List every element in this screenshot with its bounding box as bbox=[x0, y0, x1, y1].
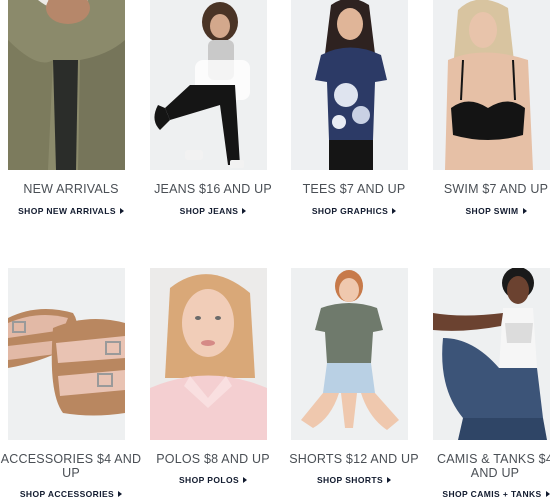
category-tile-new-arrivals[interactable]: NEW ARRIVALS SHOP NEW ARRIVALS bbox=[0, 0, 142, 230]
category-title: JEANS $16 AND UP bbox=[154, 182, 272, 196]
cta-label: SHOP ACCESSORIES bbox=[19, 489, 115, 498]
cta-label: SHOP NEW ARRIVALS bbox=[18, 206, 116, 216]
shop-graphics-link[interactable]: SHOP GRAPHICS bbox=[283, 206, 425, 216]
cta-label: SHOP CAMIS + TANKS bbox=[442, 489, 542, 498]
shop-polos-link[interactable]: SHOP POLOS bbox=[142, 475, 284, 485]
category-image-jeans[interactable] bbox=[150, 0, 267, 170]
cta-label: SHOP JEANS bbox=[179, 206, 239, 216]
category-title: POLOS $8 AND UP bbox=[156, 452, 270, 466]
shop-shorts-link[interactable]: SHOP SHORTS bbox=[283, 475, 425, 485]
shop-swim-link[interactable]: SHOP SWIM bbox=[425, 206, 550, 216]
chevron-right-icon bbox=[392, 208, 397, 214]
category-title: ACCESSORIES $4 AND UP bbox=[0, 452, 142, 480]
cta-label: SHOP GRAPHICS bbox=[311, 206, 389, 216]
chevron-right-icon bbox=[387, 477, 392, 483]
chevron-right-icon bbox=[119, 208, 124, 214]
category-tile-shorts[interactable]: SHORTS $12 AND UP SHOP SHORTS bbox=[283, 268, 425, 498]
category-image-shorts[interactable] bbox=[291, 268, 408, 440]
chevron-right-icon bbox=[522, 208, 527, 214]
category-image-polos[interactable] bbox=[150, 268, 267, 440]
category-title: CAMIS & TANKS $4 AND UP bbox=[437, 452, 550, 480]
category-tile-swim[interactable]: SWIM $7 AND UP SHOP SWIM bbox=[425, 0, 550, 230]
shop-camis-tanks-link[interactable]: SHOP CAMIS + TANKS bbox=[425, 489, 550, 498]
cta-label: SHOP POLOS bbox=[178, 475, 240, 485]
category-tile-accessories[interactable]: ACCESSORIES $4 AND UP SHOP ACCESSORIES bbox=[0, 268, 142, 498]
chevron-right-icon bbox=[545, 491, 550, 497]
shop-new-arrivals-link[interactable]: SHOP NEW ARRIVALS bbox=[0, 206, 142, 216]
category-tile-polos[interactable]: POLOS $8 AND UP SHOP POLOS bbox=[142, 268, 284, 498]
category-tile-tees[interactable]: TEES $7 AND UP SHOP GRAPHICS bbox=[283, 0, 425, 230]
shop-accessories-link[interactable]: SHOP ACCESSORIES bbox=[0, 489, 142, 498]
category-image-tees[interactable] bbox=[291, 0, 408, 170]
category-image-camis-tanks[interactable] bbox=[433, 268, 550, 440]
category-title: NEW ARRIVALS bbox=[23, 182, 119, 196]
cta-label: SHOP SWIM bbox=[465, 206, 519, 216]
category-image-accessories[interactable] bbox=[8, 268, 125, 440]
chevron-right-icon bbox=[118, 491, 123, 497]
category-tile-camis-tanks[interactable]: CAMIS & TANKS $4 AND UP SHOP CAMIS + TAN… bbox=[425, 268, 550, 498]
chevron-right-icon bbox=[243, 477, 248, 483]
category-image-new-arrivals[interactable] bbox=[8, 0, 125, 170]
category-title: TEES $7 AND UP bbox=[302, 182, 406, 196]
shop-jeans-link[interactable]: SHOP JEANS bbox=[142, 206, 284, 216]
category-tile-jeans[interactable]: JEANS $16 AND UP SHOP JEANS bbox=[142, 0, 284, 230]
chevron-right-icon bbox=[242, 208, 247, 214]
category-image-swim[interactable] bbox=[433, 0, 550, 170]
cta-label: SHOP SHORTS bbox=[316, 475, 384, 485]
category-title: SHORTS $12 AND UP bbox=[289, 452, 419, 466]
category-title: SWIM $7 AND UP bbox=[443, 182, 549, 196]
